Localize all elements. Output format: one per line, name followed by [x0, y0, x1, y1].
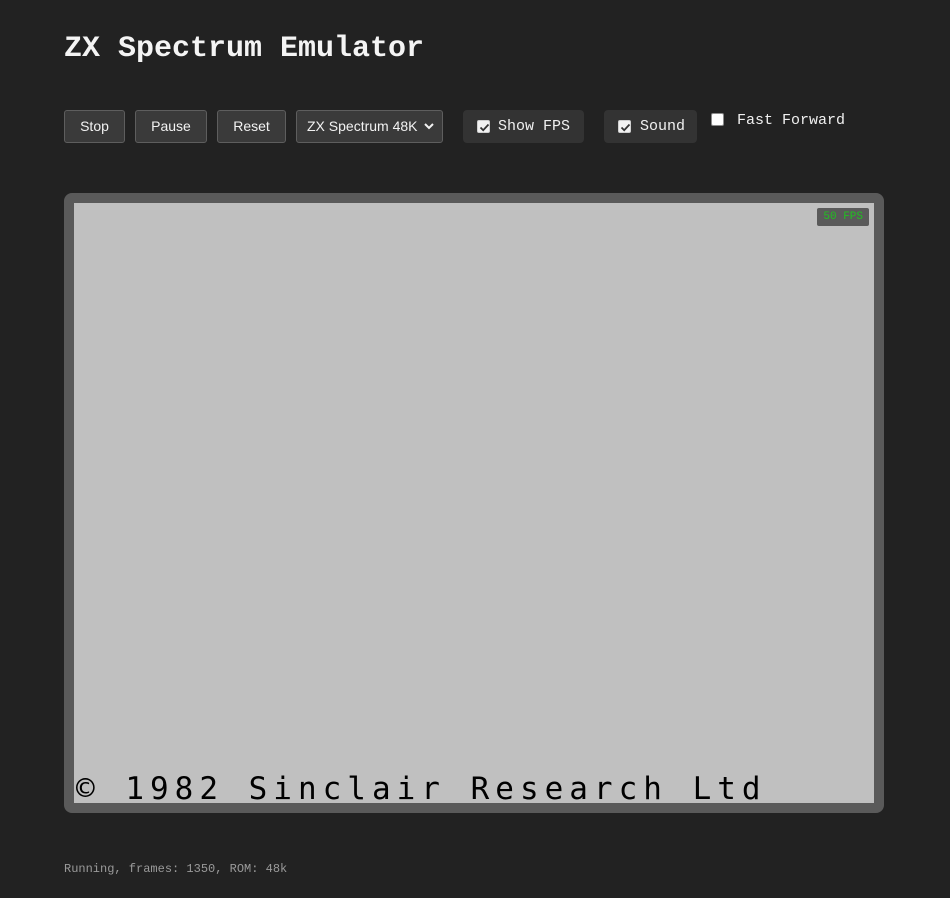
emulator-screen[interactable]: 50 FPS © 1982 Sinclair Research Ltd: [74, 203, 874, 803]
model-select[interactable]: ZX Spectrum 48K: [296, 110, 443, 143]
page-title: ZX Spectrum Emulator: [64, 32, 425, 66]
pause-button[interactable]: Pause: [135, 110, 207, 143]
reset-button[interactable]: Reset: [217, 110, 286, 143]
checkmark-icon: [479, 123, 490, 132]
model-select-value: ZX Spectrum 48K: [307, 118, 418, 134]
checkmark-icon: [620, 123, 631, 132]
stop-button[interactable]: Stop: [64, 110, 125, 143]
show-fps-toggle[interactable]: Show FPS: [463, 110, 584, 143]
fast-forward-label: Fast Forward: [737, 112, 846, 129]
fast-forward-checkbox[interactable]: [711, 113, 724, 126]
sound-label: Sound: [640, 118, 686, 135]
sound-checkbox[interactable]: [618, 120, 631, 133]
emulator-screen-frame: 50 FPS © 1982 Sinclair Research Ltd: [64, 193, 884, 813]
show-fps-checkbox[interactable]: [477, 120, 490, 133]
sound-toggle[interactable]: Sound: [604, 110, 697, 143]
status-line: Running, frames: 1350, ROM: 48k: [64, 862, 288, 876]
show-fps-label: Show FPS: [498, 118, 571, 135]
fps-counter-badge: 50 FPS: [817, 208, 869, 226]
chevron-down-icon: [424, 111, 434, 142]
rom-copyright-text: © 1982 Sinclair Research Ltd: [76, 771, 767, 803]
